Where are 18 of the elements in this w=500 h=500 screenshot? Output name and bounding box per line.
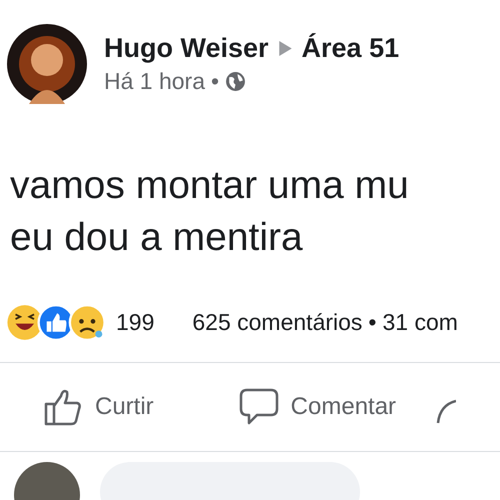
thumbs-up-icon [43, 387, 83, 427]
share-count[interactable]: 31 com [382, 308, 458, 336]
comment-button[interactable]: Comentar [238, 387, 396, 427]
group-name[interactable]: Área 51 [302, 33, 400, 64]
separator-dot: • [211, 68, 220, 95]
reaction-count[interactable]: 199 [116, 308, 154, 336]
reactions-icon [6, 304, 106, 340]
like-button[interactable]: Curtir [43, 387, 154, 427]
globe-icon [225, 71, 246, 92]
triangle-icon [278, 41, 292, 56]
post-text-line: eu dou a mentira [10, 215, 304, 261]
post-time[interactable]: Há 1 hora [104, 68, 206, 95]
separator-dot: • [368, 308, 376, 336]
speech-bubble-icon [238, 387, 279, 427]
post-text-line: vamos montar uma mu [10, 163, 410, 209]
avatar[interactable] [7, 24, 87, 104]
comment-count[interactable]: 625 comentários [192, 308, 362, 336]
author-name[interactable]: Hugo Weiser [104, 33, 269, 64]
